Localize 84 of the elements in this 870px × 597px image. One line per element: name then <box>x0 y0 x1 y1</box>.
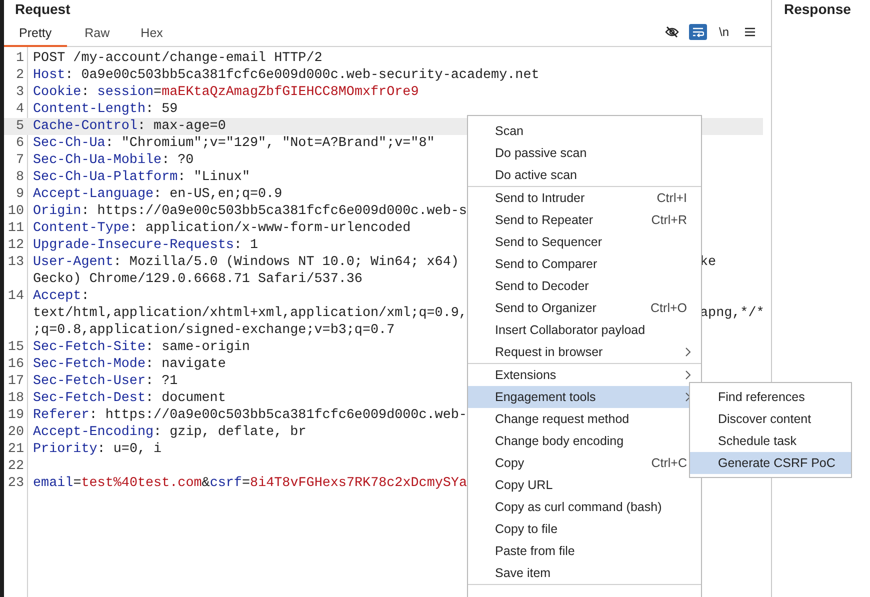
line-number: 13 <box>6 254 25 271</box>
chevron-right-icon <box>685 370 691 380</box>
code-line: Sec-Ch-Ua-Platform: "Linux" <box>33 170 250 185</box>
chevron-right-icon <box>685 347 691 357</box>
menu-item[interactable]: Send to Repeater Ctrl+R <box>468 209 701 231</box>
line-number: 11 <box>6 220 25 237</box>
code-line: Accept-Encoding: gzip, deflate, br <box>33 425 306 440</box>
line-number: 18 <box>6 390 25 407</box>
code-line: text/html,application/xhtml+xml,application/xml;q=0.9, <box>33 306 467 321</box>
code-line: Cookie: session=maEKtaQzAmagZbfGIEHCC8MOmxfrOre9 <box>33 85 419 100</box>
wrap-icon[interactable] <box>689 24 707 40</box>
menu-item[interactable]: Do active scan <box>468 164 701 186</box>
line-number: 20 <box>6 424 25 441</box>
menu-item[interactable]: Schedule task <box>690 430 851 452</box>
line-number: 10 <box>6 203 25 220</box>
code-line: Accept-Language: en-US,en;q=0.9 <box>33 187 282 202</box>
menu-item[interactable]: Send to Comparer <box>468 253 701 275</box>
code-line: Accept: <box>33 289 90 304</box>
code-line: Sec-Fetch-Site: same-origin <box>33 340 250 355</box>
code-line: Priority: u=0, i <box>33 442 162 457</box>
line-number: 6 <box>14 135 25 152</box>
menu-item[interactable]: Send to Organizer Ctrl+O <box>468 297 701 319</box>
shortcut-label: Ctrl+C <box>651 456 687 470</box>
line-number: 1 <box>14 50 25 67</box>
line-number: 23 <box>6 475 25 492</box>
menu-item[interactable]: Extensions <box>468 364 701 386</box>
code-line: Sec-Fetch-Mode: navigate <box>33 357 226 372</box>
code-line: Cache-Control: max-age=0 <box>33 119 226 134</box>
menu-item[interactable]: Scan <box>468 120 701 142</box>
menu-item[interactable]: Discover content <box>690 408 851 430</box>
chevron-right-icon <box>685 392 691 402</box>
menu-item[interactable]: Generate CSRF PoC <box>690 452 851 474</box>
shortcut-label: Ctrl+I <box>656 191 687 205</box>
code-line: Gecko) Chrome/129.0.6668.71 Safari/537.36 <box>33 272 362 287</box>
menu-item[interactable]: Copy as curl command (bash) <box>468 496 701 518</box>
line-number: 19 <box>6 407 25 424</box>
line-number: 12 <box>6 237 25 254</box>
menu-item[interactable]: Copy to file <box>468 518 701 540</box>
menu-item[interactable]: Send to Sequencer <box>468 231 701 253</box>
code-line: email=test%40test.com&csrf=8i4T8vFGHexs7RK78c2xDcmySYa <box>33 476 467 491</box>
line-number: 16 <box>6 356 25 373</box>
shortcut-label: Ctrl+O <box>650 301 687 315</box>
tab[interactable]: Raw <box>66 25 126 47</box>
menu-item[interactable]: Insert Collaborator payload <box>468 319 701 341</box>
menu-item[interactable]: Copy URL <box>468 474 701 496</box>
shortcut-label: Ctrl+R <box>651 213 687 227</box>
hide-icon[interactable] <box>663 24 681 40</box>
menu-item[interactable]: Request in browser <box>468 341 701 363</box>
menu-item[interactable]: Send to Decoder <box>468 275 701 297</box>
code-line: Host: 0a9e00c503bb5ca381fcfc6e009d000c.web-security-academy.net <box>33 68 540 83</box>
code-line: Content-Length: 59 <box>33 102 178 117</box>
code-fragment: apng,*/* <box>700 305 764 322</box>
tab[interactable]: Hex <box>126 25 178 47</box>
menu-item[interactable]: Do passive scan <box>468 142 701 164</box>
line-number: 8 <box>14 169 25 186</box>
code-line: Sec-Ch-Ua-Mobile: ?0 <box>33 153 194 168</box>
code-line: Sec-Fetch-User: ?1 <box>33 374 178 389</box>
code-line: Upgrade-Insecure-Requests: 1 <box>33 238 258 253</box>
panel-title: Response <box>783 0 852 19</box>
line-number: 15 <box>6 339 25 356</box>
line-number: 14 <box>6 288 25 305</box>
code-line: User-Agent: Mozilla/5.0 (Windows NT 10.0; Win64; x64) <box>33 255 459 270</box>
code-line: Sec-Fetch-Dest: document <box>33 391 226 406</box>
line-number: 5 <box>14 118 25 135</box>
code-line: Content-Type: application/x-www-form-urlencoded <box>33 221 411 236</box>
code-line: POST /my-account/change-email HTTP/2 <box>33 51 322 66</box>
code-line: Origin: https://0a9e00c503bb5ca381fcfc6e009d000c.web-s <box>33 204 467 219</box>
line-number: 21 <box>6 441 25 458</box>
line-number: 3 <box>14 84 25 101</box>
menu-item[interactable]: Send to Intruder Ctrl+I <box>468 187 701 209</box>
line-number: 4 <box>14 101 25 118</box>
code-line: Sec-Ch-Ua: "Chromium";v="129", "Not=A?Brand";v="8" <box>33 136 435 151</box>
line-number: 17 <box>6 373 25 390</box>
menu-item[interactable]: Paste from file <box>468 540 701 562</box>
menu-item[interactable]: Save item <box>468 562 701 584</box>
line-number: 22 <box>6 458 25 475</box>
code-line: ;q=0.8,application/signed-exchange;v=b3;q=0.7 <box>33 323 395 338</box>
line-number: 7 <box>14 152 25 169</box>
tab[interactable]: Pretty <box>4 25 67 47</box>
line-number: 9 <box>14 186 25 203</box>
line-number: 2 <box>14 67 25 84</box>
panel-title: Request <box>14 0 72 19</box>
newline-toggle[interactable]: \n <box>715 24 733 40</box>
code-line: Referer: https://0a9e00c503bb5ca381fcfc6e009d000c.web- <box>33 408 467 423</box>
